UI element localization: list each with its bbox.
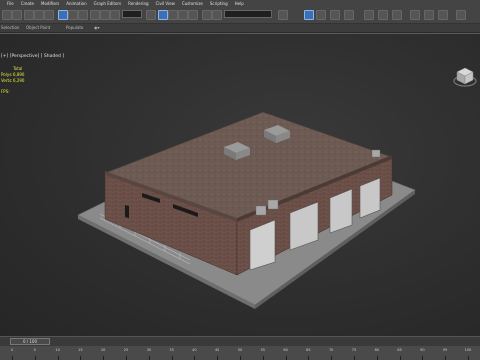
- building-model[interactable]: [0, 34, 480, 336]
- trackbar-tick: [126, 356, 127, 360]
- trackbar-tick-label: 65: [306, 348, 311, 352]
- trackbar-tick-label: 85: [397, 348, 402, 352]
- scale-icon[interactable]: [110, 10, 120, 20]
- trackbar-tick: [103, 356, 105, 360]
- menu-animation[interactable]: Animation: [66, 0, 86, 8]
- menu-help[interactable]: Help: [235, 0, 244, 8]
- menu-create[interactable]: Create: [21, 0, 34, 8]
- trackbar-tick-label: 100: [464, 348, 472, 352]
- trackbar-tick-label: 80: [374, 348, 380, 352]
- menu-bar: File Create Modifiers Animation Graph Ed…: [0, 0, 480, 8]
- undo-icon[interactable]: [2, 10, 12, 20]
- region-select-icon[interactable]: [78, 10, 88, 20]
- percent-snap-icon[interactable]: [178, 10, 188, 20]
- tab-object-paint[interactable]: Object Paint: [26, 24, 50, 32]
- unlink-icon[interactable]: [34, 10, 44, 20]
- trackbar-tick-label: 15: [78, 348, 83, 352]
- trackbar-tick-label: 0: [10, 348, 14, 352]
- trackbar[interactable]: 0 5 10 15 20 25 30 35 40 45 50 55 60 65 70 75 80 85 90 95 10…: [0, 346, 480, 360]
- trackbar-tick-label: 25: [123, 348, 129, 352]
- trackbar-tick: [240, 356, 241, 360]
- time-slider[interactable]: 0 / 100: [10, 338, 50, 345]
- move-icon[interactable]: [90, 10, 100, 20]
- material-editor-icon[interactable]: [344, 10, 354, 20]
- menu-civil-view[interactable]: Civil View: [156, 0, 175, 8]
- menu-graph-editors[interactable]: Graph Editors: [94, 0, 121, 8]
- trackbar-tick: [308, 356, 310, 360]
- ribbon-tabs: Selection Object Paint Populate ◉▾: [0, 24, 480, 32]
- trackbar-tick-label: 35: [169, 348, 174, 352]
- perspective-viewport[interactable]: [+] [Perspective] [ Shaded ] Total Polys…: [0, 34, 480, 336]
- curve-editor-icon[interactable]: [316, 10, 326, 20]
- pivot-icon[interactable]: [146, 10, 156, 20]
- rotate-icon[interactable]: [100, 10, 110, 20]
- trackbar-tick-label: 60: [283, 348, 288, 352]
- menu-scripting[interactable]: Scripting: [210, 0, 228, 8]
- snap-icon[interactable]: [158, 10, 168, 20]
- trackbar-tick-label: 55: [260, 348, 266, 352]
- menu-file[interactable]: File: [7, 0, 14, 8]
- spinner-snap-icon[interactable]: [188, 10, 198, 20]
- named-selection-set-dropdown[interactable]: [224, 10, 272, 18]
- trackbar-tick: [217, 356, 219, 360]
- menu-rendering[interactable]: Rendering: [128, 0, 148, 8]
- trackbar-tick: [445, 356, 447, 360]
- render-iterative-icon[interactable]: [438, 10, 448, 20]
- trackbar-tick: [422, 356, 424, 360]
- menu-modifiers[interactable]: Modifiers: [41, 0, 59, 8]
- trackbar-tick-label: 75: [351, 348, 357, 352]
- trackbar-tick: [194, 356, 196, 360]
- trackbar-tick: [148, 356, 150, 360]
- trackbar-tick: [34, 356, 36, 360]
- trackbar-tick-label: 95: [442, 348, 448, 352]
- trackbar-tick-label: 40: [192, 348, 197, 352]
- render-setup-icon[interactable]: [364, 10, 374, 20]
- menu-customize[interactable]: Customize: [182, 0, 203, 8]
- select-by-name-icon[interactable]: [68, 10, 78, 20]
- reference-coord-dropdown[interactable]: [122, 10, 142, 18]
- schematic-view-icon[interactable]: [330, 10, 340, 20]
- trackbar-tick: [12, 356, 13, 360]
- trackbar-tick: [399, 356, 401, 360]
- ribbon-options-icon[interactable]: ◉▾: [94, 24, 100, 32]
- tab-populate[interactable]: Populate: [66, 24, 83, 32]
- link-icon[interactable]: [24, 10, 34, 20]
- bind-icon[interactable]: [44, 10, 54, 20]
- select-icon[interactable]: [58, 10, 68, 20]
- layer-explorer-icon[interactable]: [278, 10, 288, 20]
- main-toolbar: [0, 8, 480, 24]
- trackbar-tick-label: 70: [328, 348, 334, 352]
- trackbar-tick-label: 20: [100, 348, 106, 352]
- mirror-icon[interactable]: [202, 10, 212, 20]
- trackbar-tick-label: 5: [33, 348, 36, 352]
- trackbar-tick: [376, 356, 378, 360]
- trackbar-tick: [354, 356, 355, 360]
- trackbar-tick: [57, 356, 59, 360]
- trackbar-tick-label: 10: [55, 348, 60, 352]
- trackbar-tick: [171, 356, 173, 360]
- trackbar-tick: [331, 356, 333, 360]
- trackbar-tick-label: 50: [237, 348, 243, 352]
- redo-icon[interactable]: [12, 10, 22, 20]
- trackbar-tick-label: 90: [420, 348, 425, 352]
- teapot-render-icon[interactable]: [410, 10, 420, 20]
- tab-selection[interactable]: Selection: [1, 24, 19, 32]
- scene-explorer-icon[interactable]: [304, 10, 314, 20]
- angle-snap-icon[interactable]: [168, 10, 178, 20]
- a360-icon[interactable]: [456, 10, 466, 20]
- trackbar-tick: [80, 356, 82, 360]
- render-icon[interactable]: [392, 10, 402, 20]
- rendered-frame-window-icon[interactable]: [378, 10, 388, 20]
- trackbar-tick: [262, 356, 264, 360]
- align-icon[interactable]: [212, 10, 222, 20]
- trackbar-tick-label: 45: [214, 348, 220, 352]
- render-production-icon[interactable]: [424, 10, 434, 20]
- trackbar-tick: [285, 356, 287, 360]
- trackbar-tick-label: 30: [146, 348, 152, 352]
- trackbar-tick: [468, 356, 469, 360]
